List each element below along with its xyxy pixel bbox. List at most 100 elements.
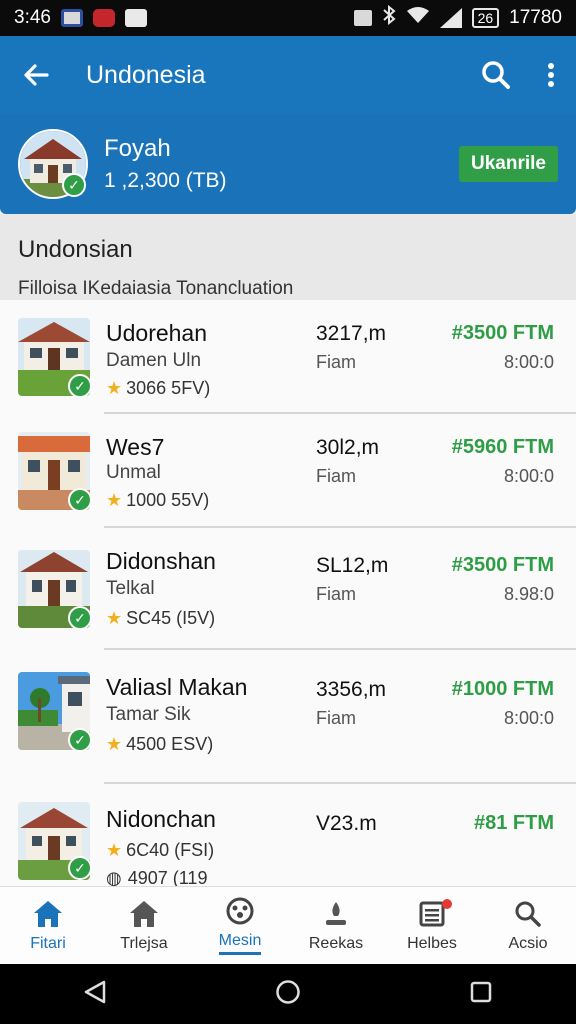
list-item-distance: V23.m <box>316 812 377 835</box>
list-item-thumbnail: ✓ <box>18 432 92 512</box>
search-icon <box>482 61 510 89</box>
notification-icon <box>60 9 83 27</box>
system-back-button[interactable] <box>84 980 106 1009</box>
list-item-subtitle: Unmal <box>106 462 161 483</box>
star-icon: ★ <box>106 734 123 754</box>
page-title: Undonesia <box>86 60 206 89</box>
nav-item-reekas[interactable]: Reekas <box>288 887 384 964</box>
status-time: 3:46 <box>14 7 51 28</box>
system-navigation-bar <box>0 964 576 1024</box>
list-item-distance: 3217,m <box>316 322 387 345</box>
star-icon: ★ <box>106 608 123 628</box>
avatar: ✓ <box>18 129 88 199</box>
app-notification-icon <box>92 9 115 27</box>
list-item-distance-label: Fiam <box>316 466 356 486</box>
star-icon: ★ <box>106 378 123 398</box>
list-item-time: 8:00:0 <box>503 352 554 372</box>
list-item-distance-label: Fiam <box>316 708 356 728</box>
gallery-notification-icon <box>124 9 147 27</box>
list-item-subtitle: Damen Uln <box>106 350 202 371</box>
nav-item-trlejsa[interactable]: Trlejsa <box>96 887 192 964</box>
verified-check-icon: ✓ <box>68 728 92 752</box>
property-list: ✓ Udorehan Damen Uln ★ 3066 5FV) 3217,m F… <box>0 300 576 886</box>
verified-check-icon: ✓ <box>68 374 92 398</box>
home-outline-icon <box>129 899 159 929</box>
system-recents-button[interactable] <box>470 981 492 1008</box>
list-item-price: #5960 FTM <box>451 436 554 458</box>
list-item-rating: ★ 1000 55V) <box>106 490 210 510</box>
list-item-rating: ★ SC45 (I5V) <box>106 608 216 628</box>
nav-label: Reekas <box>308 934 364 952</box>
nav-item-acsio[interactable]: Acsio <box>480 887 576 964</box>
list-item-distance: SL12,m <box>316 554 389 577</box>
section-subtitle: Filloisa IKedaiasia Tonancluation <box>18 278 294 299</box>
list-item-price: #81 FTM <box>473 812 554 834</box>
list-item-distance: 30l2,m <box>316 436 380 459</box>
list-item[interactable]: ✓ Udorehan Damen Uln ★ 3066 5FV) 3217,m F… <box>0 300 576 414</box>
search-button[interactable] <box>466 36 526 114</box>
square-recents-icon <box>470 981 491 1002</box>
list-item[interactable]: ✓ Nidonchan ★ 6C40 (FSI) ◍ 4907 (119 V23.m… <box>0 784 576 886</box>
list-item-thumbnail: ✓ <box>18 318 92 398</box>
system-home-button[interactable] <box>275 979 301 1010</box>
profile-name: Foyah <box>104 135 171 162</box>
star-icon: ★ <box>106 490 123 510</box>
nav-label: Mesin <box>218 932 262 955</box>
nfc-icon <box>353 10 372 26</box>
nav-item-fitari[interactable]: Fitari <box>0 887 96 964</box>
star-icon: ★ <box>106 840 123 860</box>
list-item-price: #3500 FTM <box>451 554 554 576</box>
status-right-text: 17780 <box>509 7 562 28</box>
list-item-subtitle: Tamar Sik <box>106 704 191 725</box>
list-item-time: 8:00:0 <box>503 466 554 486</box>
bluetooth-icon <box>382 4 396 31</box>
battery-icon: 26 <box>471 8 500 28</box>
list-item-name: Nidonchan <box>106 806 216 832</box>
list-item-time: 8.98:0 <box>503 584 554 604</box>
status-bar: 3:46 26 17780 <box>0 0 576 36</box>
back-button[interactable] <box>0 36 72 114</box>
list-item-name: Udorehan <box>106 320 208 346</box>
triangle-back-icon <box>85 980 106 1003</box>
person-icon <box>321 899 351 929</box>
section-title: Undonsian <box>18 236 133 263</box>
home-icon <box>33 899 63 929</box>
list-item-rating: ★ 3066 5FV) <box>106 378 211 398</box>
list-item-thumbnail: ✓ <box>18 672 92 752</box>
list-item-subtitle: Telkal <box>106 578 155 599</box>
nav-item-helbes[interactable]: Helbes <box>384 887 480 964</box>
list-item-price: #3500 FTM <box>451 322 554 344</box>
list-item-name: Wes7 <box>106 434 165 460</box>
bottom-navigation: Fitari Trlejsa Mesin Reekas Helbes Acsio <box>0 886 576 964</box>
nav-item-mesin[interactable]: Mesin <box>192 887 288 964</box>
profile-subtitle: 1 ,2,300 (TB) <box>104 169 227 192</box>
list-item[interactable]: ✓ Didonshan Telkal ★ SC45 (I5V) SL12,m Fi… <box>0 528 576 650</box>
verified-check-icon: ✓ <box>62 173 86 197</box>
list-item-name: Valiasl Makan <box>106 674 248 700</box>
more-vert-icon <box>548 63 554 87</box>
list-item-rating: ★ 6C40 (FSI) <box>106 840 215 860</box>
nav-label: Trlejsa <box>120 934 168 952</box>
profile-card[interactable]: ✓ Foyah 1 ,2,300 (TB) Ukanrile <box>0 114 576 214</box>
profile-action-button[interactable]: Ukanrile <box>459 146 558 182</box>
nav-label: Acsio <box>508 934 548 952</box>
location-icon: ◍ <box>106 868 122 886</box>
signal-icon <box>439 8 462 28</box>
list-item-distance-label: Fiam <box>316 584 356 604</box>
arrow-left-icon <box>24 64 49 86</box>
list-item[interactable]: ✓ Valiasl Makan Tamar Sik ★ 4500 ESV) 335… <box>0 650 576 784</box>
list-item-rating-secondary: ◍ 4907 (119 <box>106 868 208 886</box>
list-item-name: Didonshan <box>106 548 216 574</box>
list-item-rating: ★ 4500 ESV) <box>106 734 214 754</box>
list-item-distance-label: Fiam <box>316 352 356 372</box>
circle-home-icon <box>276 979 300 1004</box>
list-item-distance: 3356,m <box>316 678 387 701</box>
nav-label: Fitari <box>30 934 66 952</box>
dashboard-icon <box>225 896 255 926</box>
search-icon <box>513 899 543 929</box>
more-options-button[interactable] <box>526 36 576 114</box>
list-item[interactable]: ✓ Wes7 Unmal ★ 1000 55V) 30l2,m Fiam #596… <box>0 414 576 528</box>
section-header: Undonsian Filloisa IKedaiasia Tonancluat… <box>0 214 576 300</box>
verified-check-icon: ✓ <box>68 606 92 630</box>
nav-label: Helbes <box>407 934 457 952</box>
